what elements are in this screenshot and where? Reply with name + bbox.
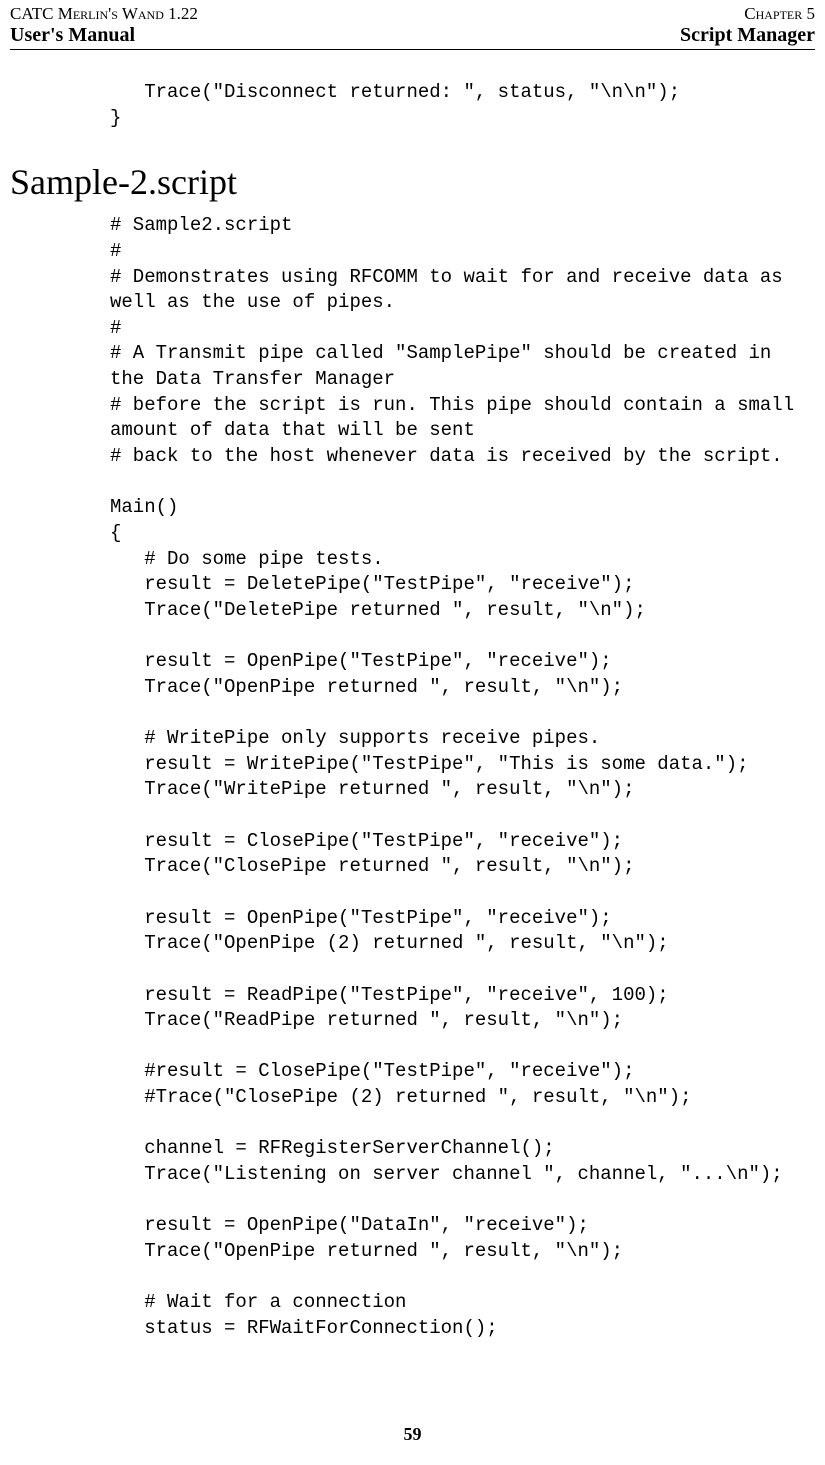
content: Trace("Disconnect returned: ", status, "…	[0, 50, 825, 1341]
page-number: 59	[0, 1424, 825, 1445]
section-heading: Sample-2.script	[10, 161, 825, 203]
header-bottom-left: User's Manual	[10, 24, 135, 47]
page: CATC Merlin's Wand 1.22 Chapter 5 User's…	[0, 0, 825, 1465]
header-top-left: CATC Merlin's Wand 1.22	[10, 4, 198, 24]
code-main: # Sample2.script # # Demonstrates using …	[110, 213, 815, 1341]
code-top: Trace("Disconnect returned: ", status, "…	[110, 80, 815, 131]
header-line-1: CATC Merlin's Wand 1.22 Chapter 5	[10, 4, 815, 24]
header-line-2: User's Manual Script Manager	[10, 24, 815, 47]
header-top-right: Chapter 5	[744, 4, 815, 24]
page-header: CATC Merlin's Wand 1.22 Chapter 5 User's…	[0, 0, 825, 47]
header-bottom-right: Script Manager	[680, 24, 815, 47]
